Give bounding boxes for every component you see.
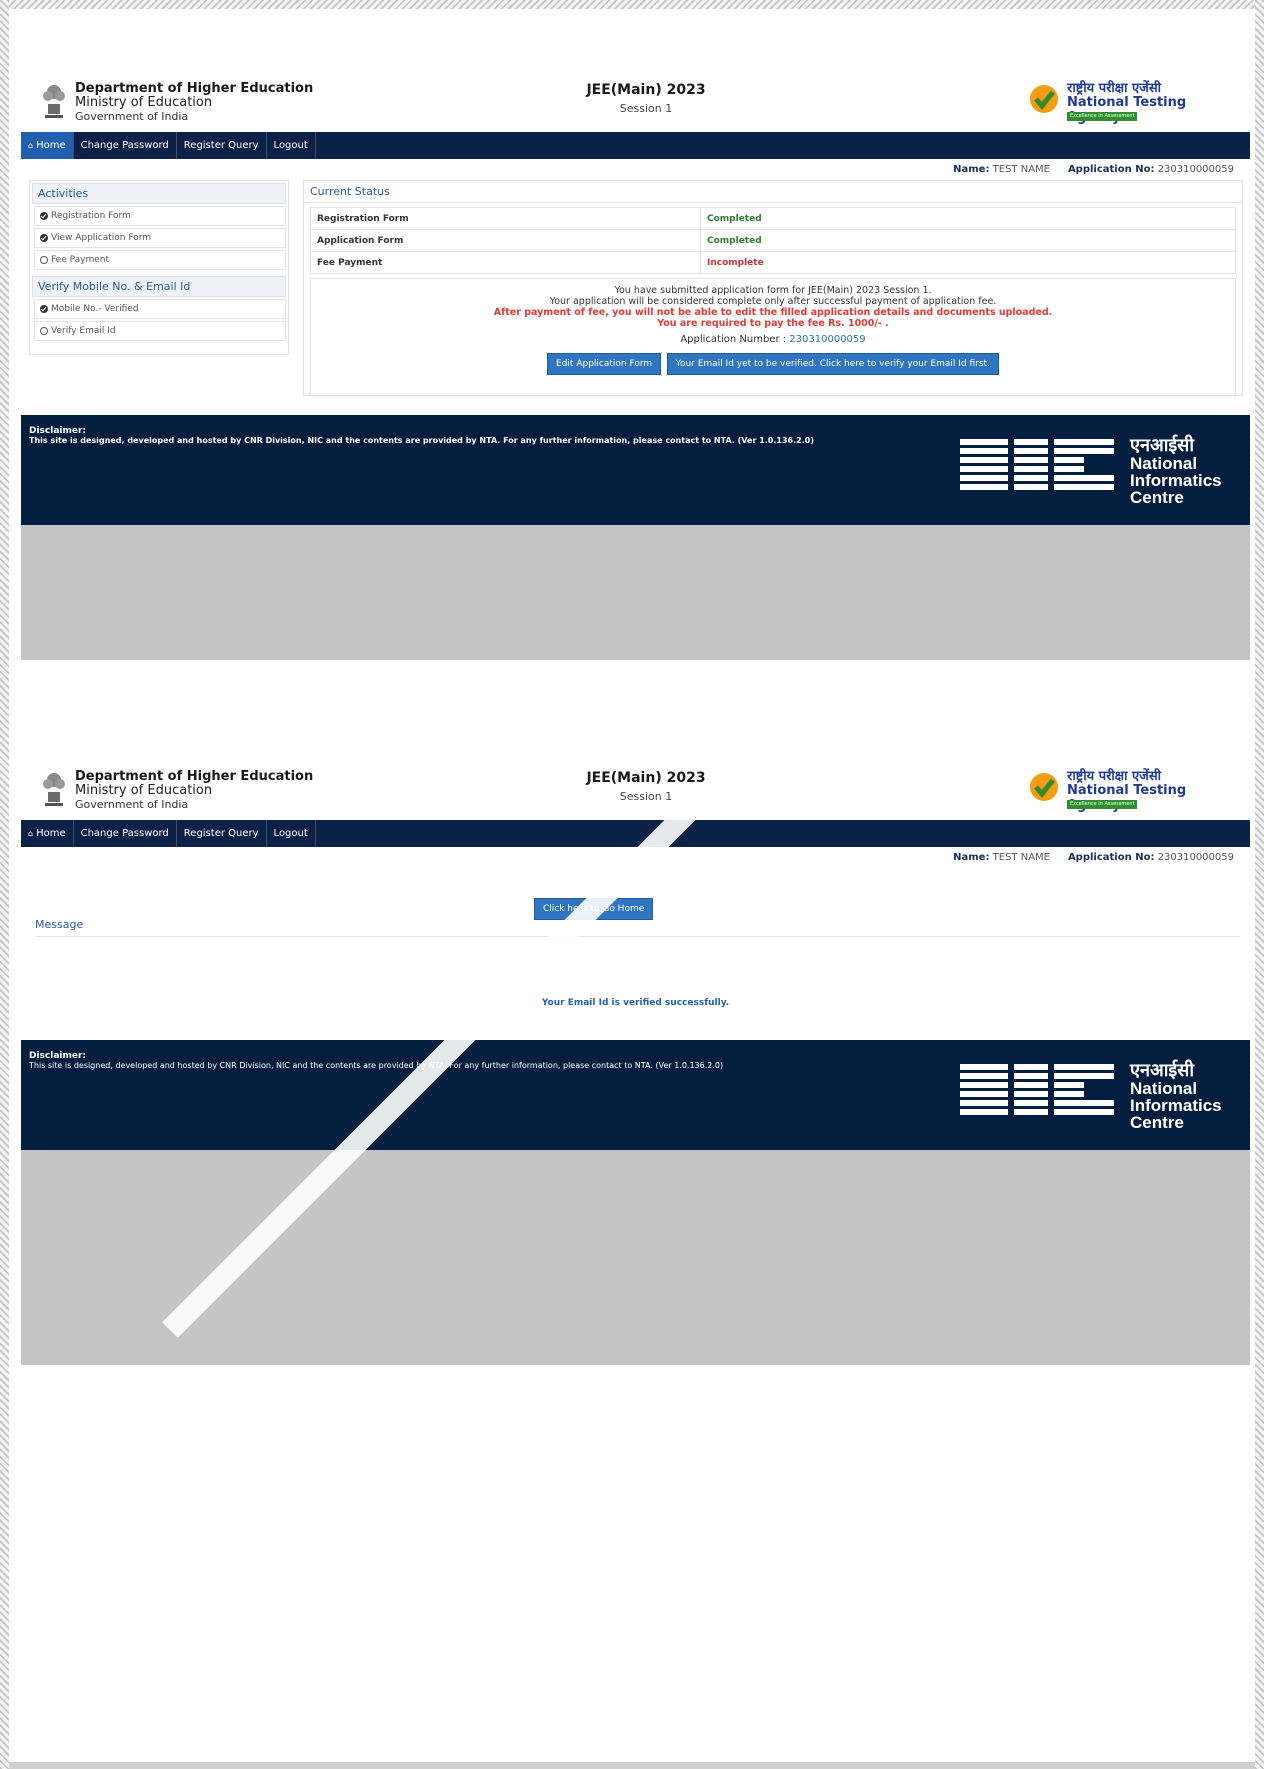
- application-number-line: Application Number : 230310000059: [680, 334, 866, 345]
- empty-circle-icon: [40, 256, 48, 264]
- national-emblem-icon: [43, 85, 65, 118]
- nic-wordmark: एनआईसी National Informatics Centre: [1130, 1060, 1222, 1132]
- department-block: Department of Higher Education Ministry …: [75, 769, 314, 812]
- fee-notice: You have submitted application form for …: [310, 278, 1236, 396]
- main-nav: ⌂ Home Change Password Register Query Lo…: [21, 820, 1250, 847]
- nta-logo: राष्ट्रीय परीक्षा एजेंसी National Testin…: [1029, 78, 1234, 125]
- notice-line: You have submitted application form for …: [614, 285, 932, 296]
- sidebar-item-view-application[interactable]: View Application Form: [34, 228, 286, 248]
- nta-check-icon: [1030, 773, 1058, 801]
- disclaimer-title: Disclaimer:: [29, 1051, 87, 1061]
- nav-home[interactable]: ⌂ Home: [21, 132, 74, 159]
- edit-application-button[interactable]: Edit Application Form: [547, 353, 662, 375]
- nav-logout[interactable]: Logout: [267, 132, 316, 159]
- ministry-name: Ministry of Education: [75, 95, 213, 110]
- blank-area: [21, 1150, 1250, 1365]
- government-name: Government of India: [75, 110, 189, 123]
- notice-line: Your application will be considered comp…: [549, 296, 997, 307]
- nav-home[interactable]: ⌂ Home: [21, 820, 74, 847]
- nic-mark-icon: [960, 1064, 1114, 1115]
- verify-email-button[interactable]: Your Email Id yet to be verified. Click …: [666, 353, 999, 375]
- exam-session: Session 1: [619, 102, 673, 115]
- activities-sidebar: Activities Registration Form View Applic…: [29, 180, 289, 355]
- home-icon: ⌂: [28, 141, 34, 150]
- user-info-bar: Name: TEST NAME Application No: 23031000…: [21, 159, 1250, 181]
- check-circle-icon: [40, 305, 48, 313]
- sidebar-item-verify-email[interactable]: Verify Email Id: [34, 321, 286, 341]
- nta-check-icon: [1030, 85, 1058, 113]
- nta-tagline: Excellence in Assessment: [1067, 112, 1138, 121]
- frame-border-right: [1255, 0, 1264, 1769]
- nta-logo: राष्ट्रीय परीक्षा एजेंसी National Testin…: [1029, 766, 1234, 813]
- current-status-panel: Current Status Registration Form Complet…: [303, 180, 1243, 396]
- nav-change-password[interactable]: Change Password: [74, 820, 177, 847]
- nic-logo: एनआईसी National Informatics Centre: [960, 1060, 1222, 1135]
- table-row: Registration Form Completed: [310, 207, 1236, 230]
- go-home-button[interactable]: Click here to Go Home: [534, 898, 654, 920]
- exam-title: JEE(Main) 2023: [586, 82, 706, 98]
- message-text: Your Email Id is verified successfully.: [541, 998, 730, 1008]
- nic-logo: एनआईसी National Informatics Centre: [960, 435, 1222, 510]
- sidebar-item-registration-form[interactable]: Registration Form: [34, 206, 286, 226]
- table-row: Fee Payment Incomplete: [310, 251, 1236, 274]
- disclaimer-title: Disclaimer:: [29, 426, 87, 436]
- nav-home-label: Home: [36, 140, 66, 151]
- department-block: Department of Higher Education Ministry …: [75, 82, 313, 124]
- sidebar-item-mobile-verified[interactable]: Mobile No.- Verified: [34, 299, 286, 319]
- department-title: Department of Higher Education: [75, 81, 314, 96]
- application-number: Application No: 230310000059: [1067, 852, 1234, 863]
- candidate-name: Name: TEST NAME: [953, 164, 1050, 175]
- application-number: Application No: 230310000059: [1067, 164, 1234, 175]
- nav-register-query[interactable]: Register Query: [177, 820, 267, 847]
- notice-fee-amount: You are required to pay the fee Rs. 1000…: [657, 318, 889, 329]
- disclaimer-text: This site is designed, developed and hos…: [29, 436, 814, 445]
- site-footer: Disclaimer: This site is designed, devel…: [21, 1040, 1250, 1150]
- check-circle-icon: [40, 212, 48, 220]
- table-row: Application Form Completed: [310, 229, 1236, 252]
- notice-warning: After payment of fee, you will not be ab…: [493, 307, 1053, 318]
- dashboard-screenshot: Department of Higher Education Ministry …: [21, 70, 1250, 690]
- status-badge: Incomplete: [700, 251, 1236, 274]
- home-icon: ⌂: [28, 829, 34, 838]
- activities-heading: Activities: [32, 183, 286, 204]
- current-status-heading: Current Status: [304, 181, 1242, 203]
- nav-register-query[interactable]: Register Query: [177, 132, 267, 159]
- main-nav: ⌂ Home Change Password Register Query Lo…: [21, 132, 1250, 159]
- national-emblem-icon: [43, 773, 65, 806]
- check-circle-icon: [40, 234, 48, 242]
- frame-border-top: [0, 0, 1264, 9]
- status-badge: Completed: [700, 207, 1236, 230]
- message-screenshot: Department of Higher Education Ministry …: [21, 758, 1250, 1388]
- site-header: Department of Higher Education Ministry …: [21, 70, 1250, 132]
- nta-hindi-name: राष्ट्रीय परीक्षा एजेंसी: [1067, 81, 1161, 96]
- site-header: Department of Higher Education Ministry …: [21, 758, 1250, 820]
- candidate-name: Name: TEST NAME: [953, 852, 1050, 863]
- exam-block: JEE(Main) 2023 Session 1: [586, 770, 706, 803]
- blank-area: [21, 525, 1250, 660]
- nic-mark-icon: [960, 439, 1114, 490]
- site-footer: Disclaimer: This site is designed, devel…: [21, 415, 1250, 525]
- exam-block: JEE(Main) 2023 Session 1: [581, 82, 711, 115]
- nav-logout[interactable]: Logout: [267, 820, 316, 847]
- disclaimer-text: This site is designed, developed and hos…: [29, 1061, 724, 1070]
- nic-wordmark: एनआईसी National Informatics Centre: [1130, 435, 1222, 507]
- status-table: Registration Form Completed Application …: [310, 207, 1236, 274]
- message-heading: Message: [35, 918, 1240, 937]
- frame-border-left: [0, 0, 9, 1769]
- user-info-bar: Name: TEST NAME Application No: 23031000…: [21, 847, 1250, 869]
- sidebar-item-fee-payment[interactable]: Fee Payment: [34, 250, 286, 270]
- status-badge: Completed: [700, 229, 1236, 252]
- verify-heading: Verify Mobile No. & Email Id: [32, 276, 286, 297]
- empty-circle-icon: [40, 327, 48, 335]
- nav-change-password[interactable]: Change Password: [74, 132, 177, 159]
